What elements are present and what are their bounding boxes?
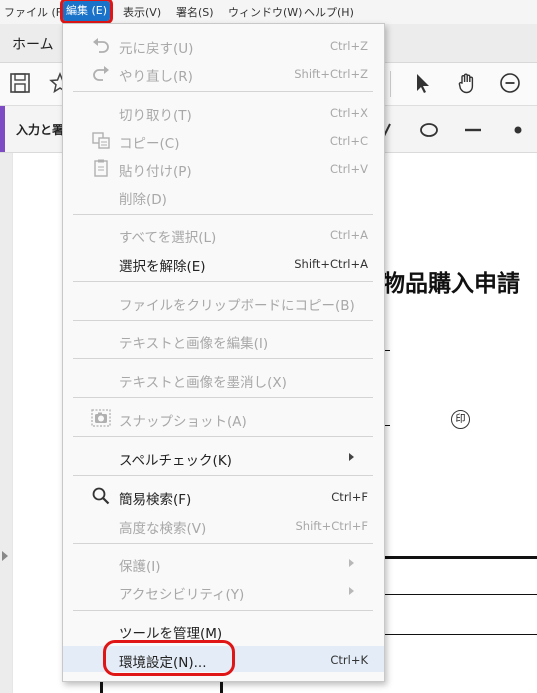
menu-window[interactable]: ウィンドウ(W) xyxy=(228,4,302,20)
menu-help[interactable]: ヘルプ(H) xyxy=(304,4,354,20)
dash-tool-icon[interactable] xyxy=(463,120,483,140)
menu-separator xyxy=(73,543,373,544)
edit-menu-dropdown: 元に戻す(U) Ctrl+Z やり直し(R) Shift+Ctrl+Z 切り取り… xyxy=(62,23,385,682)
menu-item-deselect[interactable]: 選択を解除(E) Shift+Ctrl+A xyxy=(63,250,384,276)
submenu-arrow-icon xyxy=(349,587,354,595)
menu-item-copy[interactable]: コピー(C) Ctrl+C xyxy=(63,127,384,153)
menu-item-advanced-search[interactable]: 高度な検索(V) Shift+Ctrl+F xyxy=(63,512,384,538)
submenu-arrow-icon xyxy=(349,559,354,567)
menu-item-undo[interactable]: 元に戻す(U) Ctrl+Z xyxy=(63,32,384,58)
menu-item-redact-text-image[interactable]: テキストと画像を墨消し(X) xyxy=(63,366,384,392)
menu-separator xyxy=(73,436,373,437)
menu-file[interactable]: ファイル (F) xyxy=(4,4,66,20)
menu-item-select-all[interactable]: すべてを選択(L) Ctrl+A xyxy=(63,221,384,247)
document-title: 物品購入申請 xyxy=(382,271,520,297)
select-cursor-icon[interactable] xyxy=(410,71,434,95)
search-icon xyxy=(92,487,110,505)
paste-icon xyxy=(94,159,108,177)
menu-item-edit-text-image[interactable]: テキストと画像を編集(I) xyxy=(63,327,384,353)
menu-item-copy-file-clipboard[interactable]: ファイルをクリップボードにコピー(B) xyxy=(63,289,384,315)
menu-edit[interactable]: 編集 (E) xyxy=(59,0,114,24)
menu-item-paste[interactable]: 貼り付け(P) Ctrl+V xyxy=(63,155,384,181)
menu-separator xyxy=(73,397,373,398)
menu-separator xyxy=(73,475,373,476)
menu-item-protect[interactable]: 保護(I) xyxy=(63,550,384,576)
save-icon[interactable] xyxy=(8,71,32,95)
table-row-line xyxy=(376,594,537,595)
menu-view[interactable]: 表示(V) xyxy=(123,4,161,20)
seal-mark: 印 xyxy=(451,410,470,429)
menu-sign[interactable]: 署名(S) xyxy=(176,4,214,20)
menu-item-redo[interactable]: やり直し(R) Shift+Ctrl+Z xyxy=(63,60,384,86)
submenu-arrow-icon xyxy=(349,453,354,461)
zoom-out-icon[interactable] xyxy=(498,71,522,95)
fill-sign-accent xyxy=(0,106,5,152)
menu-item-delete[interactable]: 削除(D) xyxy=(63,183,384,209)
menu-item-spellcheck[interactable]: スペルチェック(K) xyxy=(63,444,384,470)
menu-separator xyxy=(73,214,373,215)
menu-item-snapshot[interactable]: スナップショット(A) xyxy=(63,405,384,431)
hand-tool-icon[interactable] xyxy=(455,71,479,95)
expand-panel-icon[interactable] xyxy=(2,551,8,561)
toolbar-divider xyxy=(390,71,391,97)
dot-tool-icon[interactable] xyxy=(508,120,528,140)
ellipse-tool-icon[interactable] xyxy=(419,120,439,140)
tab-home[interactable]: ホーム xyxy=(12,34,54,54)
left-panel-strip xyxy=(0,153,12,693)
menu-item-find[interactable]: 簡易検索(F) Ctrl+F xyxy=(63,483,384,509)
camera-icon xyxy=(91,409,111,427)
table-row-line xyxy=(376,634,537,635)
copy-icon xyxy=(92,132,110,149)
menu-item-cut[interactable]: 切り取り(T) Ctrl+X xyxy=(63,99,384,125)
table-border-top xyxy=(376,556,537,559)
fill-sign-label: 入力と署 xyxy=(16,123,65,137)
menu-item-accessibility[interactable]: アクセシビリティ(Y) xyxy=(63,578,384,604)
menu-separator xyxy=(73,610,373,611)
redo-icon xyxy=(93,66,109,81)
menu-separator xyxy=(73,320,373,321)
menu-item-preferences[interactable]: 環境設定(N)... Ctrl+K xyxy=(63,640,384,676)
undo-icon xyxy=(93,38,109,53)
menu-separator xyxy=(73,91,373,92)
menubar: ファイル (F) 編集 (E) 表示(V) 署名(S) ウィンドウ(W) ヘルプ… xyxy=(0,0,537,24)
menu-separator xyxy=(73,281,373,282)
menu-separator xyxy=(73,358,373,359)
